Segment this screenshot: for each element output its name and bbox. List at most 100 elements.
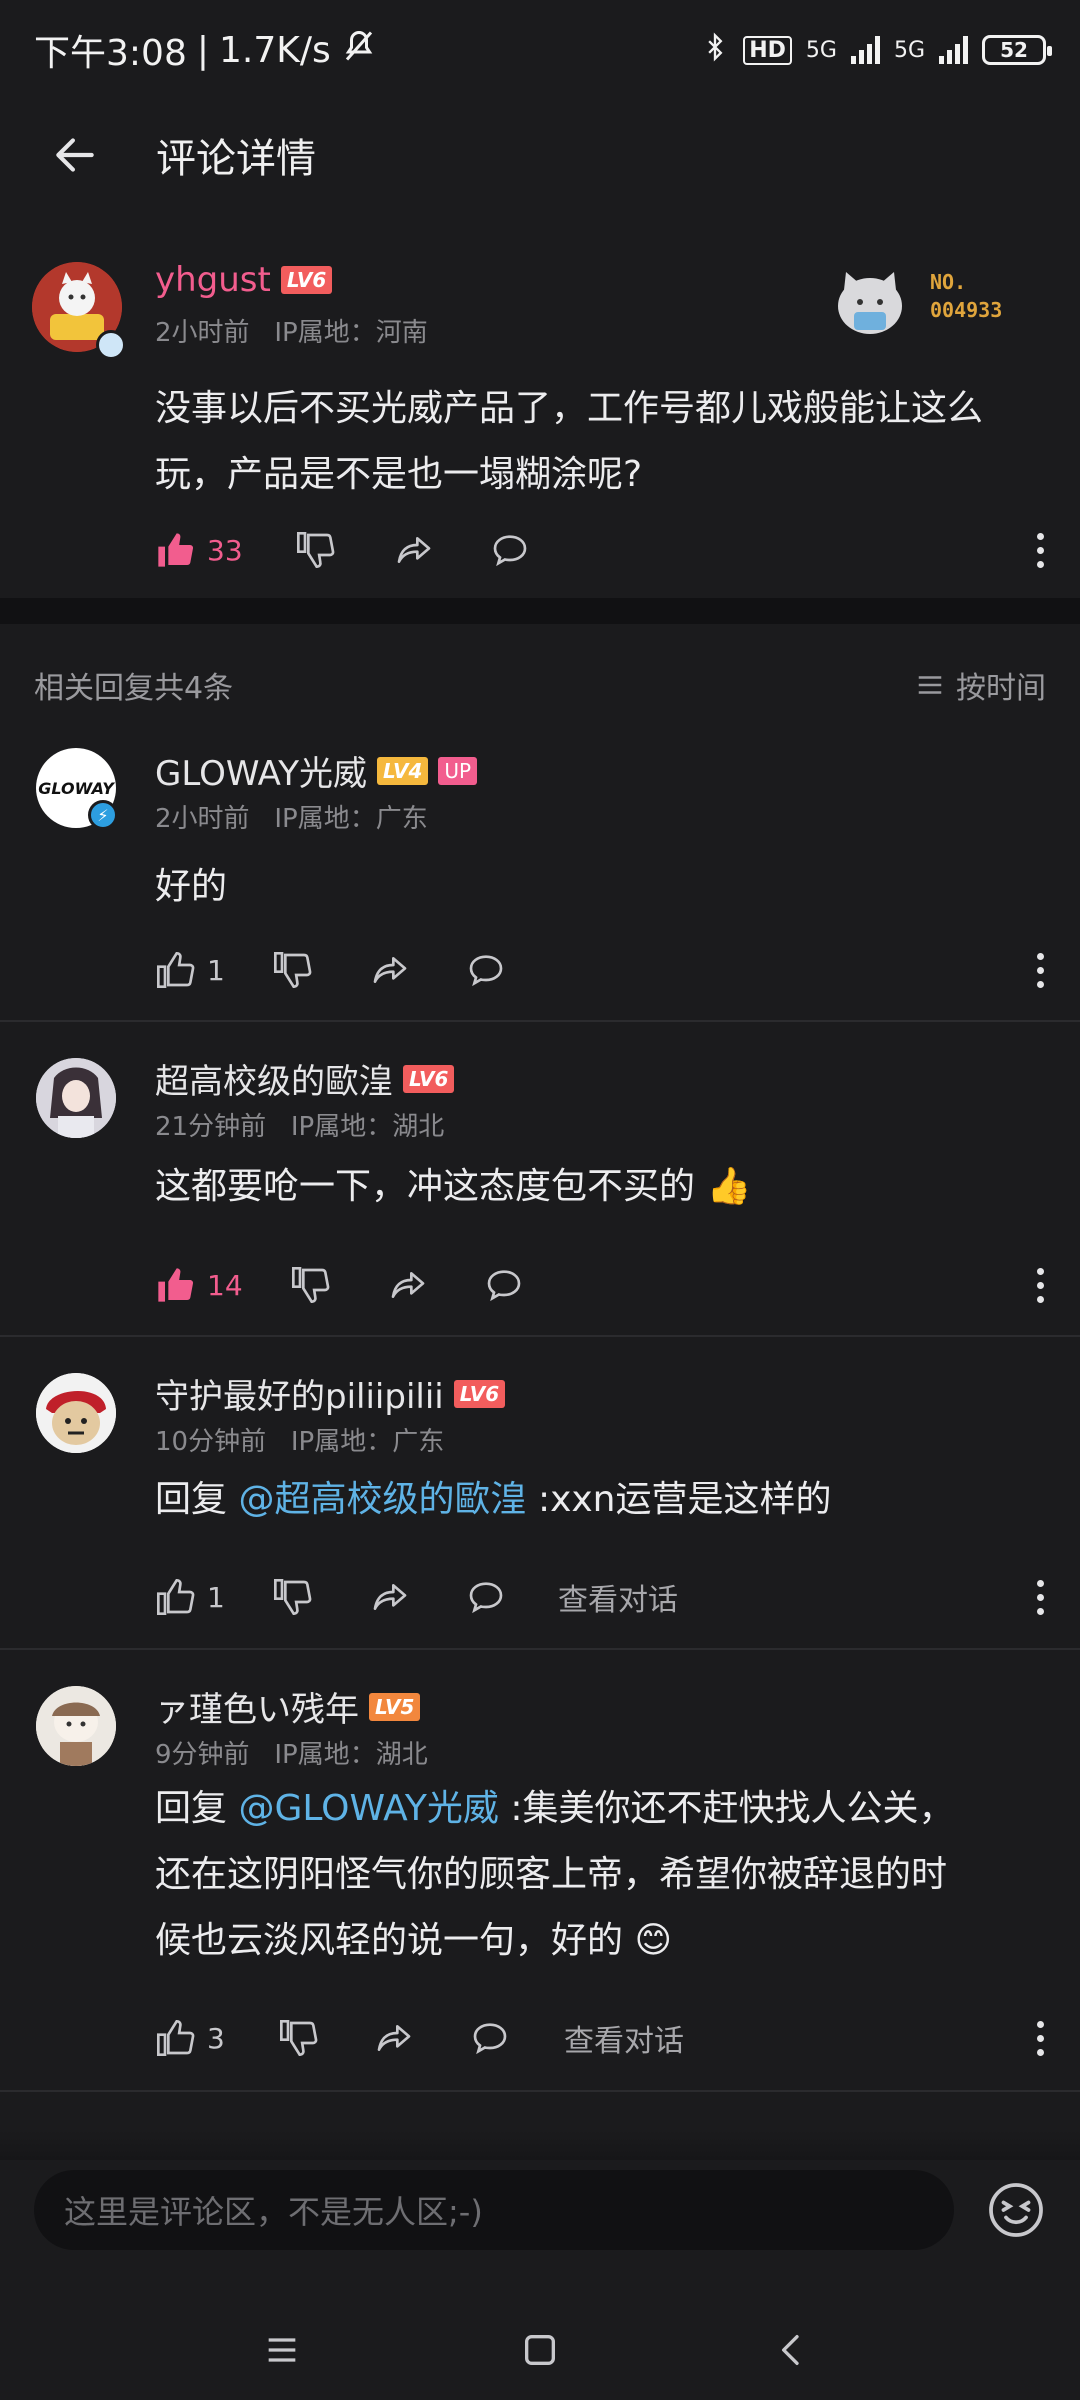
comment-line: 候也云淡风轻的说一句，好的 😊: [155, 1920, 672, 1961]
reply-item: GLOWAY ⚡ GLOWAY光威 LV4 UP 2小时前 IP属地：广东 好的…: [0, 740, 1080, 1020]
level-badge: LV5: [369, 1692, 421, 1721]
level-badge: LV6: [453, 1379, 506, 1408]
reply-item: ァ瑾色い残年 LV5 9分钟前 IP属地：湖北 回复 @GLOWAY光威 :集美…: [0, 1678, 1080, 2078]
username[interactable]: GLOWAY光威: [155, 746, 367, 795]
page-title: 评论详情: [156, 136, 316, 182]
home-button[interactable]: [510, 2320, 570, 2380]
battery-icon: 52: [982, 35, 1052, 65]
more-options-button[interactable]: [1028, 1255, 1052, 1315]
like-button[interactable]: 3: [155, 2008, 225, 2068]
avatar[interactable]: [36, 1686, 116, 1766]
avatar-logo-text: GLOWAY: [38, 778, 114, 798]
back-button[interactable]: [40, 120, 110, 190]
dislike-button[interactable]: [272, 1567, 312, 1627]
username[interactable]: yhgust: [155, 260, 271, 300]
username-row: 守护最好的piliipilii LV6: [155, 1369, 506, 1418]
comment-actions: 1 查看对话: [0, 1567, 1080, 1627]
more-options-button[interactable]: [1028, 2008, 1052, 2068]
more-options-button[interactable]: [1028, 940, 1052, 1000]
mention-link[interactable]: @GLOWAY光威: [238, 1788, 498, 1829]
cat-mascot-icon: [838, 272, 902, 334]
thumbs-up-icon: [157, 951, 195, 988]
fan-badge-number: 004933: [930, 298, 1003, 322]
comment-actions: 3 查看对话: [0, 2008, 1080, 2068]
like-count: 14: [207, 1268, 243, 1302]
share-button[interactable]: [392, 520, 436, 580]
username[interactable]: 守护最好的piliipilii: [155, 1369, 444, 1418]
more-options-button[interactable]: [1028, 520, 1052, 580]
view-conversation-link[interactable]: 查看对话: [558, 1567, 678, 1627]
reply-item: 超高校级的歐湟 LV6 21分钟前 IP属地：湖北 这都要呛一下，冲这态度包不买…: [0, 1050, 1080, 1330]
fan-badge[interactable]: NO. 004933: [830, 260, 1060, 340]
level-badge: LV6: [280, 266, 333, 294]
like-count: 1: [207, 953, 225, 987]
sort-button[interactable]: 按时间: [914, 663, 1046, 707]
sort-label: 按时间: [956, 671, 1046, 706]
recents-button[interactable]: [252, 2320, 312, 2380]
more-options-button[interactable]: [1028, 1567, 1052, 1627]
comment-input-placeholder: 这里是评论区，不是无人区;-): [64, 2193, 483, 2231]
emoji-face-icon: [989, 2183, 1043, 2237]
share-button[interactable]: [386, 1255, 430, 1315]
anime-avatar-icon: [36, 1686, 116, 1766]
comment-bubble-icon: [469, 955, 503, 987]
mute-icon: [341, 28, 377, 73]
avatar[interactable]: [36, 1058, 116, 1138]
username[interactable]: ァ瑾色い残年: [155, 1682, 359, 1731]
comment-actions: 14: [0, 1255, 1080, 1315]
dislike-button[interactable]: [272, 940, 312, 1000]
comment-time: 9分钟前: [155, 1740, 250, 1770]
share-button[interactable]: [372, 2008, 416, 2068]
like-button[interactable]: 33: [155, 520, 243, 580]
status-speed: 1.7K/s: [218, 29, 331, 71]
username-row: GLOWAY光威 LV4 UP: [155, 746, 478, 795]
share-button[interactable]: [368, 1567, 412, 1627]
status-separator: |: [196, 29, 209, 71]
ip-location: IP属地：湖北: [274, 1740, 428, 1770]
username-row: 超高校级的歐湟 LV6: [155, 1054, 455, 1103]
like-button[interactable]: 1: [155, 940, 225, 1000]
ip-location: IP属地：河南: [274, 318, 428, 348]
thumbs-up-filled-icon: [158, 533, 194, 567]
section-divider: [0, 598, 1080, 624]
share-button[interactable]: [368, 940, 412, 1000]
like-button[interactable]: 1: [155, 1567, 225, 1627]
reply-button[interactable]: [468, 2008, 512, 2068]
up-badge: UP: [438, 756, 478, 785]
menu-icon: [268, 2338, 296, 2362]
comment-time: 2小时前: [155, 804, 250, 834]
dislike-button[interactable]: [290, 1255, 330, 1315]
comment-text: 好的: [155, 866, 228, 907]
username[interactable]: 超高校级的歐湟: [155, 1054, 393, 1103]
reply-button[interactable]: [482, 1255, 526, 1315]
comment-time: 2小时前: [155, 318, 250, 348]
comment-bubble-icon: [469, 1582, 503, 1614]
divider: [0, 2090, 1080, 2092]
comment-time: 21分钟前: [155, 1112, 267, 1142]
reply-text: :集美你还不赶快找人公关，: [510, 1788, 955, 1829]
view-conversation-link[interactable]: 查看对话: [564, 2008, 684, 2068]
dislike-button[interactable]: [295, 520, 335, 580]
comment-input[interactable]: 这里是评论区，不是无人区;-): [34, 2170, 954, 2250]
comment-bubble-icon: [473, 2023, 507, 2055]
comment-time: 10分钟前: [155, 1427, 267, 1457]
like-count: 1: [207, 1580, 225, 1614]
comment-text: 这都要呛一下，冲这态度包不买的 👍: [155, 1166, 752, 1207]
comment-bubble-icon: [493, 535, 527, 567]
comment-meta: 9分钟前 IP属地：湖北: [155, 1734, 428, 1771]
like-button[interactable]: 14: [155, 1255, 243, 1315]
reply-prefix: 回复: [155, 1479, 228, 1520]
avatar[interactable]: [36, 1373, 116, 1453]
thumbs-up-icon: [157, 1578, 195, 1615]
mention-link[interactable]: @超高校级的歐湟: [238, 1479, 526, 1520]
fan-badge-label: NO.: [930, 270, 967, 294]
reply-button[interactable]: [488, 520, 532, 580]
system-back-button[interactable]: [762, 2320, 822, 2380]
dislike-button[interactable]: [278, 2008, 318, 2068]
system-nav-bar: [0, 2300, 1080, 2400]
reply-button[interactable]: [464, 940, 508, 1000]
ip-location: IP属地：广东: [274, 804, 428, 834]
reply-button[interactable]: [464, 1567, 508, 1627]
main-comment: yhgust LV6 2小时前 IP属地：河南 NO. 004933 没事以后不…: [0, 240, 1080, 598]
emoji-button[interactable]: [986, 2180, 1046, 2240]
